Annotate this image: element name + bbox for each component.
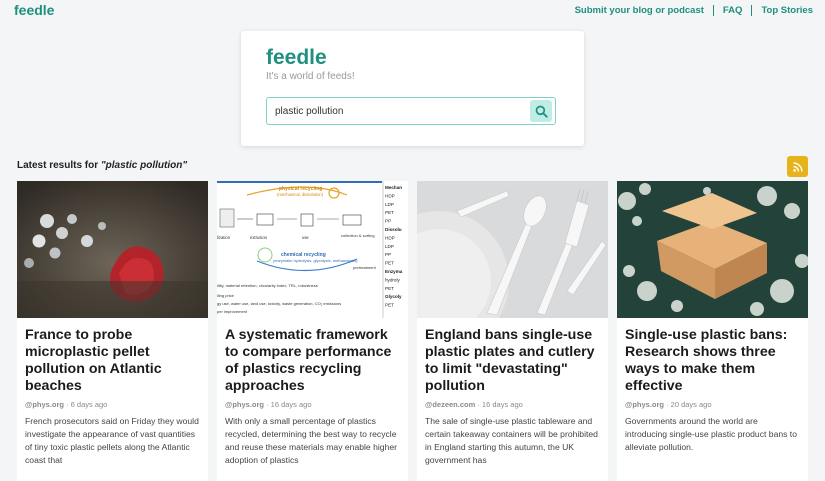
search-input[interactable]: [267, 98, 535, 124]
fig-chemical-sub: (enzymatic hydrolysis, glycolysis, metha…: [273, 258, 358, 263]
rss-button[interactable]: [787, 156, 808, 177]
card-meta: @phys.org · 16 days ago: [225, 400, 312, 409]
result-card[interactable]: England bans single-use plastic plates a…: [417, 181, 608, 481]
fig-side-label: PP: [385, 252, 391, 257]
card-source[interactable]: @phys.org: [625, 400, 664, 409]
card-meta: @phys.org · 6 days ago: [25, 400, 108, 409]
card-image-cutlery[interactable]: [417, 181, 608, 318]
fig-side-label: Glycoly: [385, 294, 402, 299]
fig-impact: gy use, water use, land use, toxicity, w…: [217, 301, 341, 306]
result-card[interactable]: Single-use plastic bans: Research shows …: [617, 181, 808, 481]
card-title[interactable]: A systematic framework to compare perfor…: [225, 327, 401, 395]
search-icon: [535, 105, 548, 118]
card-title[interactable]: England bans single-use plastic plates a…: [425, 327, 601, 395]
card-age: 16 days ago: [481, 400, 523, 409]
nav-faq[interactable]: FAQ: [723, 5, 743, 16]
site-logo[interactable]: feedle: [14, 2, 54, 18]
fig-lization: lization: [217, 235, 231, 240]
fig-extrusion: extrusion: [250, 235, 268, 240]
fig-side-label: PET: [385, 261, 394, 266]
card-summary: The sale of single-use plastic tableware…: [425, 416, 598, 465]
brand-tagline: It's a world of feeds!: [266, 71, 355, 82]
search-button[interactable]: [530, 100, 552, 122]
nav-submit-blog[interactable]: Submit your blog or podcast: [575, 5, 704, 16]
search-box: [266, 97, 556, 125]
results-heading: Latest results for "plastic pollution": [17, 160, 187, 171]
card-source[interactable]: @phys.org: [225, 400, 264, 409]
card-age: 20 days ago: [670, 400, 712, 409]
fig-metrics: illity, material retention, circularity …: [217, 283, 318, 288]
card-source[interactable]: @dezeen.com: [425, 400, 475, 409]
brand-title: feedle: [266, 46, 327, 69]
card-summary: Governments around the world are introdu…: [625, 416, 797, 452]
fig-pretreatment: pretreatment: [353, 265, 377, 270]
card-summary: With only a small percentage of plastics…: [225, 416, 397, 465]
fig-physical-sub: (mechanical, dissolution): [277, 192, 324, 197]
nav-divider: [751, 5, 753, 16]
fig-side-label: PET: [385, 303, 394, 308]
result-card[interactable]: physical recycling (mechanical, dissolut…: [217, 181, 408, 481]
fig-side-label: Dissolu: [385, 227, 402, 232]
rss-icon: [792, 161, 803, 172]
card-meta: @phys.org · 20 days ago: [625, 400, 712, 409]
top-nav: Submit your blog or podcast FAQ Top Stor…: [575, 5, 813, 16]
fig-side-label: Mechan: [385, 185, 402, 190]
card-source[interactable]: @phys.org: [25, 400, 64, 409]
card-meta: @dezeen.com · 16 days ago: [425, 400, 523, 409]
fig-side-label: PP: [385, 219, 391, 224]
card-summary: French prosecutors said on Friday they w…: [25, 416, 199, 465]
card-age: 6 days ago: [70, 400, 108, 409]
fig-collection: collection & sorting: [341, 233, 375, 238]
fig-side-label: hydroly: [385, 277, 401, 282]
card-image-foam-box[interactable]: [617, 181, 808, 318]
fig-side-label: LDP: [385, 244, 394, 249]
fig-use: use: [302, 235, 309, 240]
results-query: "plastic pollution": [100, 160, 188, 171]
fig-side-label: HDP: [385, 235, 395, 240]
search-card: feedle It's a world of feeds!: [241, 31, 584, 146]
fig-side-label: PET: [385, 286, 394, 291]
card-title[interactable]: France to probe microplastic pellet poll…: [25, 327, 201, 395]
card-image-pellets[interactable]: [17, 181, 208, 318]
nav-top-stories[interactable]: Top Stories: [761, 5, 813, 16]
fig-side-label: PET: [385, 210, 394, 215]
fig-side-label: Enzyma: [385, 269, 403, 274]
card-age: 16 days ago: [270, 400, 312, 409]
nav-divider: [712, 5, 714, 16]
fig-price: lling price: [217, 293, 235, 298]
results-prefix: Latest results for: [17, 160, 99, 171]
card-title[interactable]: Single-use plastic bans: Research shows …: [625, 327, 801, 395]
fig-side-label: HDP: [385, 193, 395, 198]
card-image-recycling-diagram[interactable]: physical recycling (mechanical, dissolut…: [217, 181, 408, 318]
result-card[interactable]: France to probe microplastic pellet poll…: [17, 181, 208, 481]
fig-side-label: LDP: [385, 202, 394, 207]
fig-impact-2: per improvement: [217, 309, 248, 314]
